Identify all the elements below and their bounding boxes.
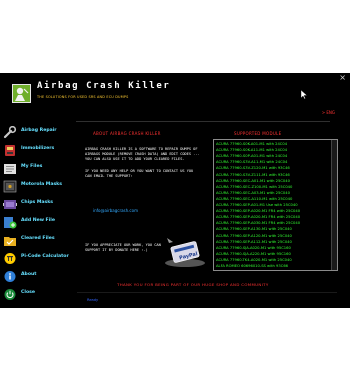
list-item[interactable]: ACURA 77960-SEP-A130-M1 with 25C040 bbox=[216, 227, 292, 231]
sidebar: Airbag Repair Immobilizers My Files Moto… bbox=[0, 120, 78, 306]
sidebar-item-add-new-file[interactable]: Add New File bbox=[1, 213, 77, 229]
sidebar-item-my-files[interactable]: My Files bbox=[1, 159, 77, 174]
list-item[interactable]: ACURA 77960-SEC-A03-M1 with 25C040 bbox=[216, 191, 290, 195]
paypal-donate-button[interactable]: PayPal bbox=[163, 234, 207, 268]
sidebar-item-label: Pi-Code Calculator bbox=[21, 254, 69, 259]
list-item[interactable]: ACURA 77960-S3V-A11-M1 with 24C04 bbox=[216, 160, 287, 164]
sidebar-item-label: About bbox=[21, 272, 37, 277]
supported-module-list[interactable]: ACURA 77960-S0K-A01-M1 with 24C04 ACURA 7… bbox=[213, 139, 338, 271]
app-title: Airbag Crash Killer bbox=[37, 81, 171, 91]
sidebar-item-immobilizers[interactable]: Immobilizers bbox=[1, 141, 77, 156]
list-item[interactable]: ACURA 77960-SEC-Z100-M1 with 25C040 bbox=[216, 185, 292, 189]
list-item[interactable]: ACURA 77960-SEP-A020-M1 FR4 with 25C040 bbox=[216, 215, 300, 219]
sidebar-item-chips-masks[interactable]: Chips Masks bbox=[1, 195, 77, 210]
status-bar: Ready bbox=[77, 292, 337, 307]
sidebar-item-cleared-files[interactable]: Cleared Files bbox=[1, 231, 77, 246]
app-subtitle: THE SOLUTIONS FOR USED SRS AND ECU DUMPS bbox=[37, 95, 129, 99]
list-item[interactable]: ACURA 77960-SEP-A01-M1 Use with 25C040 bbox=[216, 203, 298, 207]
sidebar-item-label: My Files bbox=[21, 164, 43, 169]
sidebar-item-label: Cleared Files bbox=[21, 236, 55, 241]
main-content: ABOUT AIRBAG CRASH KILLER AIRBAG CRASH K… bbox=[79, 122, 338, 304]
list-item[interactable]: ACURA 77960-SEC-A01-M1 with 25C040 bbox=[216, 179, 290, 183]
sidebar-item-label: Close bbox=[21, 290, 35, 295]
about-title: ABOUT AIRBAG CRASH KILLER bbox=[93, 131, 161, 136]
support-email-link[interactable]: info@airbagcrash.com bbox=[93, 208, 138, 213]
add-file-icon bbox=[3, 214, 17, 229]
list-item[interactable]: ACURA 77960-SEC-A110-M1 with 25C040 bbox=[216, 197, 292, 201]
list-item[interactable]: ACURA 77960-S0P-A01-M1 with 24C04 bbox=[216, 154, 287, 158]
list-item[interactable]: ACURA 77960-S0K-A11-M1 with 24C04 bbox=[216, 148, 287, 152]
chip-icon bbox=[3, 142, 17, 156]
status-text: Ready bbox=[87, 298, 99, 302]
sidebar-item-about[interactable]: About bbox=[1, 267, 77, 282]
about-description: AIRBAG CRASH KILLER IS A SOFTWARE TO REP… bbox=[85, 147, 200, 185]
cleared-files-icon bbox=[3, 232, 17, 246]
power-icon bbox=[3, 286, 17, 300]
donate-text: IF YOU APPRECIATE OUR WORK, YOU CAN SUPP… bbox=[85, 243, 161, 253]
list-item[interactable]: ACURA 77960-S3V-Z120-M1 with 93C46 bbox=[216, 166, 290, 170]
list-scrollbar[interactable] bbox=[331, 140, 337, 270]
sidebar-item-label: Add New File bbox=[21, 218, 55, 223]
app-logo-icon bbox=[12, 84, 31, 103]
sidebar-item-pi-code-calculator[interactable]: Pi-Code Calculator bbox=[1, 249, 77, 264]
list-item[interactable]: ACURA 77960-SJA-A220-M1 with 95C160 bbox=[216, 252, 291, 256]
language-selector[interactable]: > ENG bbox=[322, 110, 335, 115]
sidebar-item-label: Chips Masks bbox=[21, 200, 54, 205]
list-item[interactable]: ACURA 77960-SEP-A112-M1 with 25C040 bbox=[216, 240, 292, 244]
paypal-card-icon: PayPal bbox=[165, 238, 205, 267]
close-icon[interactable]: × bbox=[339, 74, 346, 82]
supported-title: SUPPORTED MODULE bbox=[234, 131, 282, 136]
sidebar-item-label: Immobilizers bbox=[21, 146, 55, 151]
thanks-banner: THANK YOU FOR BEING PART OF OUR HUGE SHO… bbox=[117, 282, 269, 287]
calculator-icon bbox=[3, 250, 17, 264]
list-item[interactable]: ACURA 77960-S0K-A01-M1 with 24C04 bbox=[216, 142, 287, 146]
mouse-cursor-icon bbox=[300, 84, 308, 103]
list-item[interactable]: ACURA 77960-SEP-A120-M1 with 25C040 bbox=[216, 234, 292, 238]
sidebar-item-close[interactable]: Close bbox=[1, 285, 77, 300]
chip-mask-icon bbox=[3, 196, 17, 209]
folder-icon bbox=[3, 160, 17, 174]
contact-paragraph: IF YOU NEED ANY HELP OR YOU WANT TO CONT… bbox=[85, 168, 194, 178]
about-paragraph: AIRBAG CRASH KILLER IS A SOFTWARE TO REP… bbox=[85, 147, 200, 162]
list-item[interactable]: ACURA 77960-SEP-A020-M1 FR4 with 25C040 bbox=[216, 209, 300, 213]
list-item[interactable]: ACURA 77960-SEP-A030-M1 FR4 with 25C040 bbox=[216, 221, 300, 225]
list-item[interactable]: ACURA 77960-SJA-A020-M1 with 95C160 bbox=[216, 246, 291, 250]
list-item[interactable]: ALFA ROMEO 60696010-SS with 93C66 bbox=[216, 264, 288, 268]
wrench-icon bbox=[3, 124, 17, 139]
list-item[interactable]: ACURA 77960-TK4-A020-M1 with 25C040 bbox=[216, 258, 292, 262]
sidebar-item-airbag-repair[interactable]: Airbag Repair bbox=[1, 123, 77, 139]
info-icon bbox=[3, 268, 17, 282]
list-item[interactable]: ACURA 77960-S3V-Z111-M1 with 93C46 bbox=[216, 173, 290, 177]
app-window: × Airbag Crash Killer THE SOLUTIONS FOR … bbox=[0, 73, 350, 308]
sidebar-item-label: Motorola Masks bbox=[21, 182, 62, 187]
sidebar-item-motorola-masks[interactable]: Motorola Masks bbox=[1, 177, 77, 193]
ic-board-icon bbox=[3, 178, 17, 193]
sidebar-item-label: Airbag Repair bbox=[21, 128, 57, 133]
